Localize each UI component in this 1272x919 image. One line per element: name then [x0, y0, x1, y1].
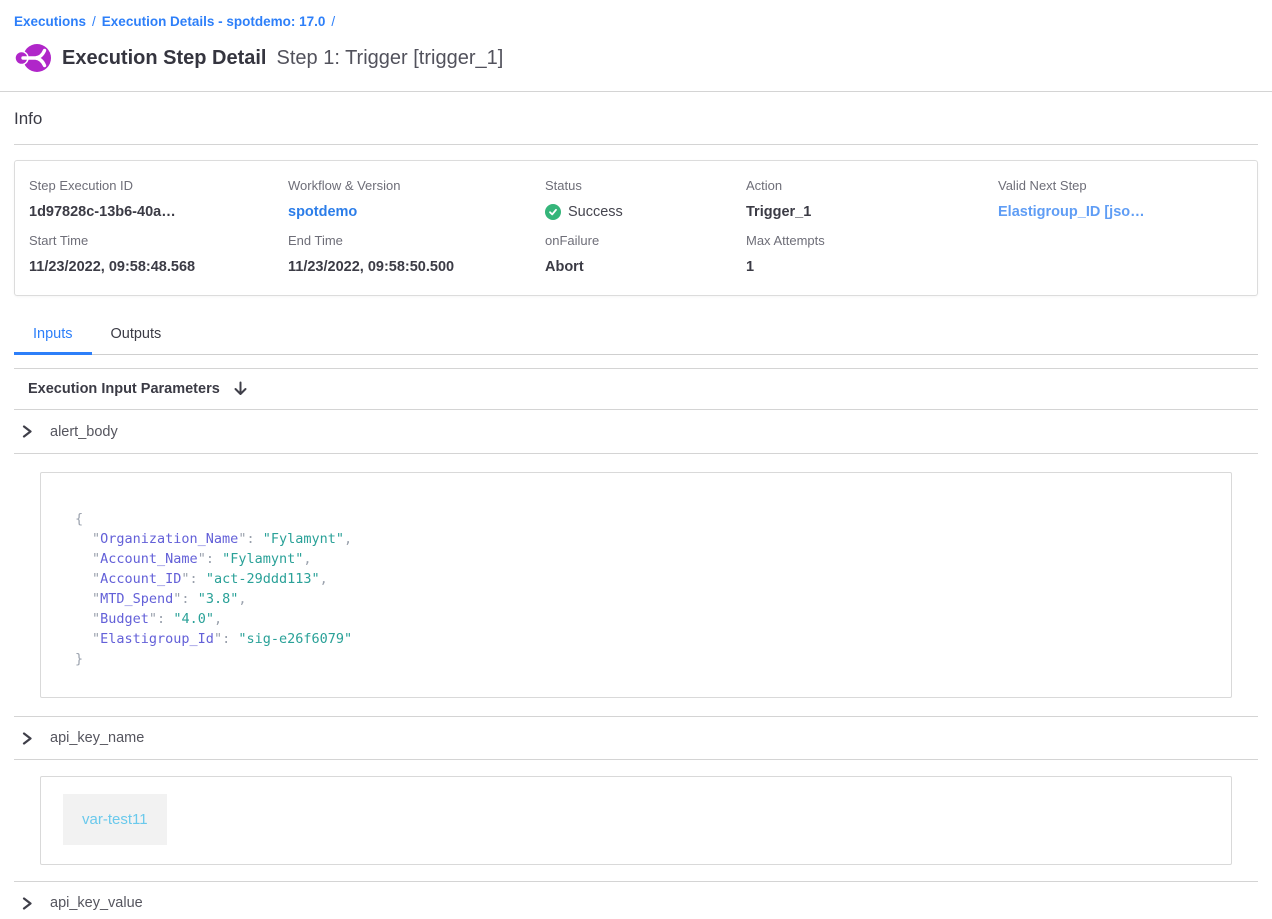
info-section-heading: Info: [14, 92, 1258, 144]
breadcrumb-separator: /: [331, 14, 335, 29]
field-status: Status Success: [545, 178, 746, 220]
field-start-time: Start Time 11/23/2022, 09:58:48.568: [29, 233, 288, 275]
json-line: "Budget": "4.0",: [75, 609, 1211, 629]
alert-body-json-viewer: { "Organization_Name": "Fylamynt", "Acco…: [40, 472, 1232, 698]
info-card: Step Execution ID 1d97828c-13b6-40a… Wor…: [14, 160, 1258, 296]
json-value: "Fylamynt": [222, 551, 303, 567]
json-line: {: [75, 509, 1211, 529]
field-label: Status: [545, 178, 746, 193]
field-onfailure: onFailure Abort: [545, 233, 746, 275]
breadcrumb-separator: /: [92, 14, 96, 29]
json-line: }: [75, 649, 1211, 669]
field-max-attempts: Max Attempts 1: [746, 233, 998, 275]
info-divider: [14, 144, 1258, 145]
param-row-alert-body[interactable]: alert_body: [14, 410, 1258, 454]
api-key-name-value: var-test11: [63, 794, 167, 845]
page-title: Execution Step Detail: [62, 47, 267, 70]
json-value: "3.8": [198, 591, 239, 607]
field-label: Valid Next Step: [998, 178, 1243, 193]
field-label: Max Attempts: [746, 233, 998, 248]
field-value: 1d97828c-13b6-40a…: [29, 204, 288, 220]
field-label: Action: [746, 178, 998, 193]
field-step-execution-id: Step Execution ID 1d97828c-13b6-40a…: [29, 178, 288, 220]
success-check-icon: [545, 204, 561, 220]
param-row-api-key-name[interactable]: api_key_name: [14, 716, 1258, 760]
json-value: "sig-e26f6079": [238, 631, 352, 647]
valid-next-step-link[interactable]: Elastigroup_ID [jso…: [998, 204, 1145, 220]
json-key: MTD_Spend: [100, 591, 173, 607]
field-label: End Time: [288, 233, 545, 248]
field-value: Trigger_1: [746, 204, 998, 220]
json-key: Elastigroup_Id: [100, 631, 214, 647]
json-line: "Elastigroup_Id": "sig-e26f6079": [75, 629, 1211, 649]
json-key: Budget: [100, 611, 149, 627]
json-key: Account_ID: [100, 571, 181, 587]
json-key: Account_Name: [100, 551, 198, 567]
param-name: api_key_name: [50, 730, 144, 746]
field-value: 1: [746, 259, 998, 275]
workflow-link[interactable]: spotdemo: [288, 204, 357, 220]
chevron-right-icon: [21, 732, 33, 745]
tab-inputs[interactable]: Inputs: [14, 318, 92, 355]
page-header: Execution Step Detail Step 1: Trigger [t…: [14, 42, 1272, 74]
field-value: 11/23/2022, 09:58:48.568: [29, 259, 288, 275]
json-value: "act-29ddd113": [206, 571, 320, 587]
status-text: Success: [568, 204, 623, 220]
chevron-right-icon: [21, 897, 33, 910]
json-line: "Account_ID": "act-29ddd113",: [75, 569, 1211, 589]
json-key: Organization_Name: [100, 531, 238, 547]
api-key-name-value-box: var-test11: [40, 776, 1232, 865]
param-name: alert_body: [50, 424, 118, 440]
json-value: "Fylamynt": [263, 531, 344, 547]
field-valid-next-step: Valid Next Step Elastigroup_ID [jso…: [998, 178, 1243, 220]
field-label: Workflow & Version: [288, 178, 545, 193]
breadcrumb-link-executions[interactable]: Executions: [14, 14, 86, 29]
field-label: Start Time: [29, 233, 288, 248]
json-line: "MTD_Spend": "3.8",: [75, 589, 1211, 609]
json-line: "Organization_Name": "Fylamynt",: [75, 529, 1211, 549]
field-label: Step Execution ID: [29, 178, 288, 193]
execution-input-parameters-header: Execution Input Parameters: [14, 368, 1258, 410]
tab-bar: Inputs Outputs: [14, 318, 1258, 355]
download-arrow-icon[interactable]: [233, 381, 248, 397]
field-label: onFailure: [545, 233, 746, 248]
chevron-right-icon: [21, 425, 33, 438]
json-line: "Account_Name": "Fylamynt",: [75, 549, 1211, 569]
breadcrumb: Executions / Execution Details - spotdemo:…: [0, 0, 1272, 29]
field-end-time: End Time 11/23/2022, 09:58:50.500: [288, 233, 545, 275]
field-value: 11/23/2022, 09:58:50.500: [288, 259, 545, 275]
tab-outputs[interactable]: Outputs: [92, 318, 181, 354]
field-value: Abort: [545, 259, 746, 275]
fylamynt-logo-icon: [14, 42, 52, 74]
field-workflow-version: Workflow & Version spotdemo: [288, 178, 545, 220]
param-name: api_key_value: [50, 895, 143, 911]
param-row-api-key-value[interactable]: api_key_value: [14, 881, 1258, 919]
page-subtitle: Step 1: Trigger [trigger_1]: [277, 47, 504, 70]
field-action: Action Trigger_1: [746, 178, 998, 220]
json-value: "4.0": [173, 611, 214, 627]
execution-input-parameters-title: Execution Input Parameters: [28, 381, 220, 397]
breadcrumb-link-execution-details[interactable]: Execution Details - spotdemo: 17.0: [102, 14, 326, 29]
